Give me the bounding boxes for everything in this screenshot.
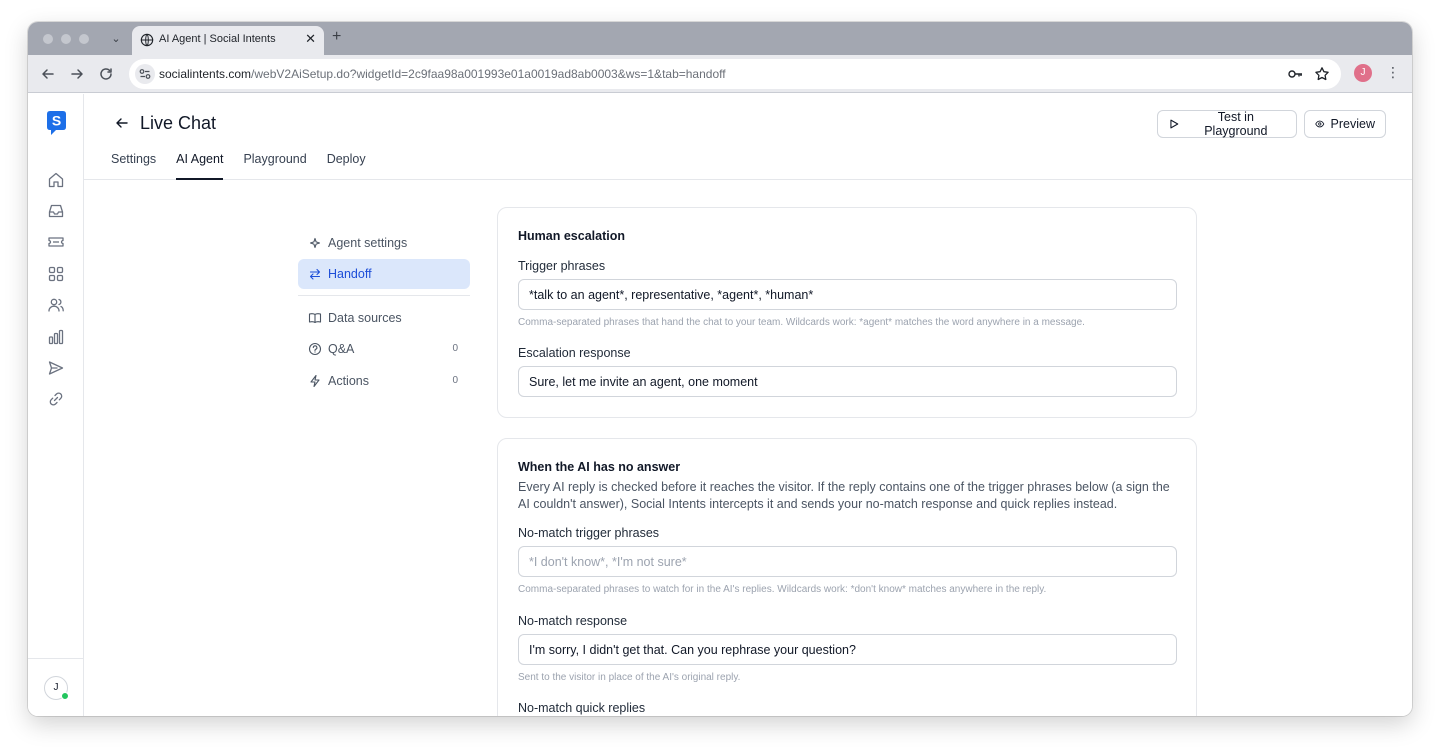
page-header: Live Chat Test in Playground Preview Set…	[84, 94, 1412, 180]
svg-text:S: S	[52, 113, 61, 129]
submenu-label-agent-settings: Agent settings	[328, 236, 408, 250]
no-match-response-help: Sent to the visitor in place of the AI's…	[518, 672, 741, 683]
browser-toolbar: socialintents.com/webV2AiSetup.do?widget…	[28, 55, 1412, 93]
human-escalation-card: Human escalation Trigger phrases *talk t…	[497, 207, 1197, 418]
question-circle-icon	[308, 342, 322, 356]
url-host: socialintents.com	[159, 67, 252, 81]
rail-divider	[28, 658, 84, 659]
submenu-label-data-sources: Data sources	[328, 311, 402, 325]
users-icon[interactable]	[46, 295, 66, 315]
submenu-label-actions: Actions	[328, 374, 369, 388]
escalation-response-input[interactable]: Sure, let me invite an agent, one moment	[518, 366, 1177, 397]
tab-settings[interactable]: Settings	[111, 152, 156, 180]
url-path: /webV2AiSetup.do?widgetId=2c9faa98a00199…	[251, 67, 726, 81]
play-icon	[1170, 119, 1179, 129]
trigger-phrases-label: Trigger phrases	[518, 259, 606, 273]
preview-button[interactable]: Preview	[1304, 110, 1386, 138]
eye-icon	[1315, 120, 1325, 128]
tab-strip: ⌄ AI Agent | Social Intents ✕ +	[28, 22, 1412, 55]
qa-count-badge: 0	[452, 343, 458, 354]
preview-label: Preview	[1330, 117, 1375, 131]
tab-title: AI Agent | Social Intents	[159, 33, 276, 45]
submenu-label-handoff: Handoff	[328, 267, 372, 281]
page-title: Live Chat	[140, 113, 217, 133]
no-answer-title: When the AI has no answer	[518, 460, 681, 474]
tab-close-icon[interactable]: ✕	[305, 31, 316, 47]
send-icon[interactable]	[46, 358, 66, 378]
address-bar[interactable]: socialintents.com/webV2AiSetup.do?widget…	[129, 59, 1341, 89]
apps-icon[interactable]	[46, 264, 66, 284]
no-match-quick-replies-label: No-match quick replies	[518, 701, 646, 715]
home-icon[interactable]	[46, 170, 66, 190]
back-nav-icon[interactable]	[38, 64, 58, 84]
analytics-icon[interactable]	[46, 327, 66, 347]
ticket-icon[interactable]	[46, 232, 66, 252]
globe-icon	[140, 33, 154, 47]
submenu-item-agent-settings[interactable]: Agent settings	[298, 228, 470, 258]
submenu-item-actions[interactable]: Actions 0	[298, 366, 470, 396]
browser-menu-icon[interactable]: ⋮	[1386, 64, 1400, 81]
no-match-response-label: No-match response	[518, 614, 628, 628]
no-match-trigger-label: No-match trigger phrases	[518, 526, 660, 540]
human-escalation-title: Human escalation	[518, 229, 625, 243]
browser-window: ⌄ AI Agent | Social Intents ✕ + socialin…	[28, 22, 1412, 716]
social-intents-logo[interactable]: S	[44, 110, 68, 136]
site-info-icon[interactable]	[135, 64, 155, 84]
window-minimize-dot[interactable]	[61, 34, 71, 44]
tab-ai-agent[interactable]: AI Agent	[176, 152, 224, 180]
window-zoom-dot[interactable]	[79, 34, 89, 44]
left-rail: S J	[28, 94, 84, 716]
submenu-item-data-sources[interactable]: Data sources	[298, 303, 470, 333]
app-page: S J Live Chat Test in Playground Preview…	[28, 94, 1412, 716]
trigger-phrases-help: Comma-separated phrases that hand the ch…	[518, 317, 1085, 328]
section-tabs: Settings AI Agent Playground Deploy	[111, 152, 366, 180]
forward-nav-icon[interactable]	[67, 64, 87, 84]
link-icon[interactable]	[46, 389, 66, 409]
submenu-item-handoff[interactable]: Handoff	[298, 259, 470, 289]
online-status-dot	[61, 692, 69, 700]
submenu-label-qa: Q&A	[328, 342, 355, 356]
actions-count-badge: 0	[452, 375, 458, 386]
url-text: socialintents.com/webV2AiSetup.do?widget…	[159, 67, 726, 81]
no-match-response-input[interactable]: I'm sorry, I didn't get that. Can you re…	[518, 634, 1177, 665]
no-answer-card: When the AI has no answer Every AI reply…	[497, 438, 1197, 716]
test-in-playground-button[interactable]: Test in Playground	[1157, 110, 1297, 138]
no-answer-description: Every AI reply is checked before it reac…	[518, 480, 1170, 511]
submenu-item-qa[interactable]: Q&A 0	[298, 334, 470, 364]
book-icon	[308, 313, 322, 324]
escalation-response-label: Escalation response	[518, 346, 631, 360]
submenu-divider	[298, 295, 470, 296]
bookmark-star-icon[interactable]	[1314, 66, 1330, 82]
password-key-icon[interactable]	[1287, 66, 1303, 82]
no-match-trigger-help: Comma-separated phrases to watch for in …	[518, 584, 1047, 595]
tab-playground[interactable]: Playground	[243, 152, 306, 180]
new-tab-icon[interactable]: +	[332, 28, 341, 46]
tab-search-chevron-icon[interactable]: ⌄	[108, 31, 124, 47]
sparkle-icon	[309, 237, 321, 249]
no-match-trigger-input[interactable]: *I don't know*, *I'm not sure*	[518, 546, 1177, 577]
swap-arrows-icon	[309, 268, 321, 280]
reload-icon[interactable]	[96, 64, 116, 84]
window-close-dot[interactable]	[43, 34, 53, 44]
test-in-playground-label: Test in Playground	[1204, 110, 1268, 138]
inbox-icon[interactable]	[46, 201, 66, 221]
profile-avatar[interactable]: J	[1354, 64, 1372, 82]
lightning-icon	[310, 374, 320, 388]
browser-tab[interactable]: AI Agent | Social Intents ✕	[132, 26, 324, 55]
tab-deploy[interactable]: Deploy	[327, 152, 366, 180]
back-arrow-icon[interactable]	[114, 115, 130, 131]
trigger-phrases-input[interactable]: *talk to an agent*, representative, *age…	[518, 279, 1177, 310]
